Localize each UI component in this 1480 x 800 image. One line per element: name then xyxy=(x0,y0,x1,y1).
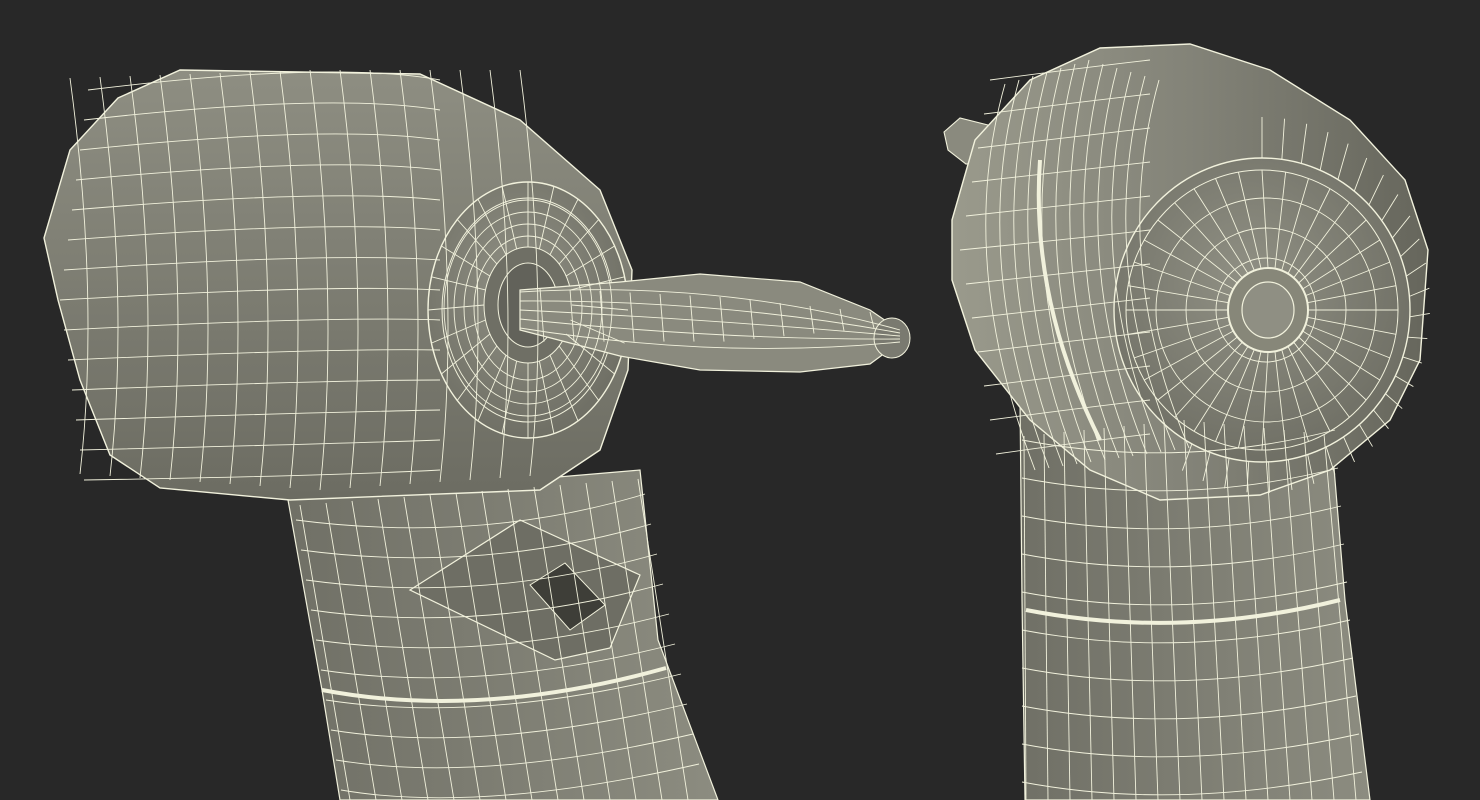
bur-tip xyxy=(873,317,911,359)
viewport xyxy=(43,43,1430,800)
collet-inner xyxy=(1241,281,1295,339)
handpiece-side-view xyxy=(43,69,911,800)
handpiece-head-view xyxy=(943,43,1430,800)
